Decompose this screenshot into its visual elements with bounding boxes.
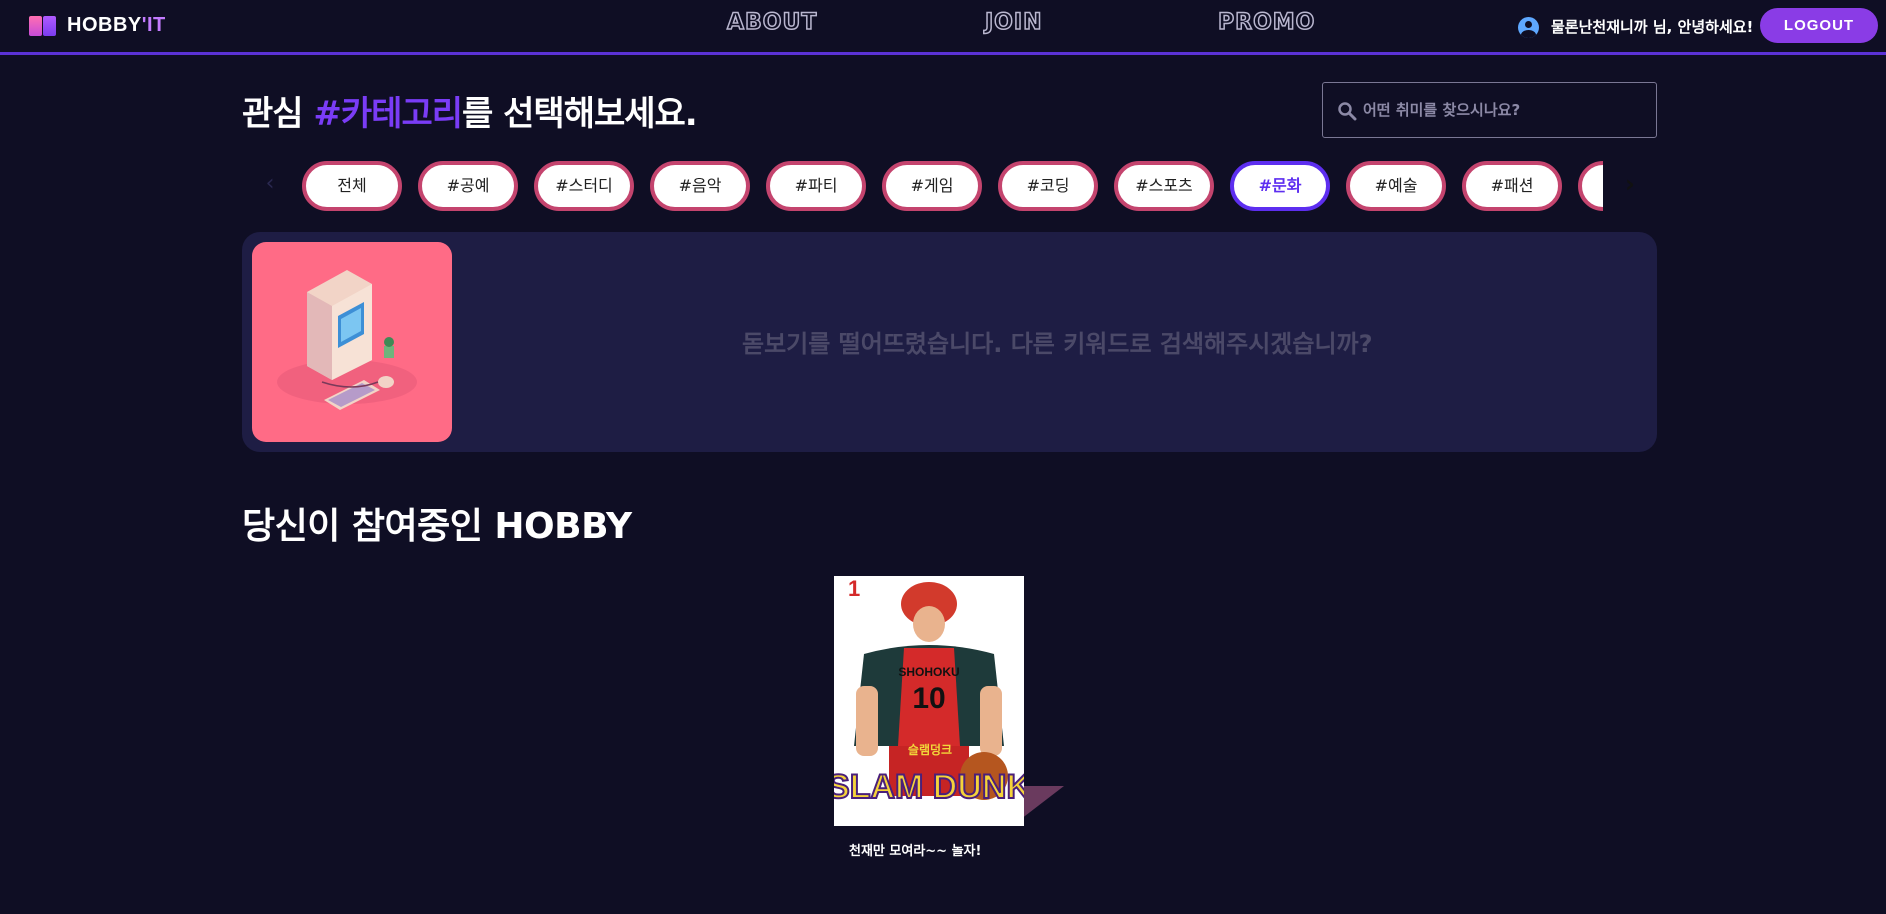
- chevron-left-icon[interactable]: ‹: [260, 172, 280, 196]
- category-chip[interactable]: #패션: [1462, 161, 1562, 211]
- category-chip[interactable]: #파티: [766, 161, 866, 211]
- category-chip[interactable]: #음악: [650, 161, 750, 211]
- category-chip[interactable]: #스터디: [534, 161, 634, 211]
- title-accent: #카테고리: [313, 94, 463, 134]
- cover-subtitle: 슬램덩크: [908, 742, 952, 757]
- search-input[interactable]: [1363, 83, 1648, 137]
- no-result-message: 돋보기를 떨어뜨렸습니다. 다른 키워드로 검색해주시겠습니까?: [742, 330, 1373, 358]
- category-chip[interactable]: #스포츠: [1114, 161, 1214, 211]
- nav-about-link[interactable]: ABOUT: [726, 9, 817, 36]
- top-header: HOBBY'IT ABOUT JOIN PROMO 물론난천재니까 님, 안녕하…: [0, 0, 1886, 55]
- chevron-right-icon[interactable]: ›: [1620, 172, 1640, 196]
- cover-title: SLAM DUNK: [834, 768, 1024, 806]
- category-chip[interactable]: 전체: [302, 161, 402, 211]
- my-hobby-title: 당신이 참여중인 HOBBY: [242, 506, 632, 547]
- category-chip[interactable]: #게임: [882, 161, 982, 211]
- category-chip-active[interactable]: #문화: [1230, 161, 1330, 211]
- jersey-number: 10: [912, 682, 945, 715]
- user-greeting: 물론난천재니까 님, 안녕하세요!: [1551, 18, 1754, 36]
- jersey-text: SHOHOKU: [898, 665, 959, 679]
- nav-join-link[interactable]: JOIN: [984, 9, 1043, 36]
- category-chip[interactable]: #예술: [1346, 161, 1446, 211]
- logout-button[interactable]: LOGOUT: [1760, 8, 1878, 43]
- user-icon[interactable]: [1518, 17, 1539, 38]
- cover-issue-number: 1: [848, 576, 860, 601]
- retro-computer-illustration: [252, 242, 452, 442]
- category-chip-partial[interactable]: [1578, 161, 1603, 211]
- hobby-card[interactable]: SHOHOKU 10 1 슬램덩크 SLAM DUNK 천재만 모여라~~ 놀자…: [834, 576, 1064, 876]
- hobby-card-title: 천재만 모여라~~ 놀자!: [849, 844, 982, 859]
- nav-promo-link[interactable]: PROMO: [1217, 9, 1315, 36]
- hobby-card-cover: SHOHOKU 10 1 슬램덩크 SLAM DUNK: [834, 576, 1024, 826]
- search-icon: [1338, 102, 1357, 121]
- search-result-banner: 돋보기를 떨어뜨렸습니다. 다른 키워드로 검색해주시겠습니까?: [242, 232, 1657, 452]
- page-title: 관심 #카테고리를 선택해보세요.: [242, 94, 698, 134]
- search-box: [1322, 82, 1657, 138]
- category-carousel: 전체 #공예 #스터디 #음악 #파티 #게임 #코딩 #스포츠 #문화 #예술…: [299, 157, 1603, 213]
- category-chip[interactable]: #공예: [418, 161, 518, 211]
- category-chip[interactable]: #코딩: [998, 161, 1098, 211]
